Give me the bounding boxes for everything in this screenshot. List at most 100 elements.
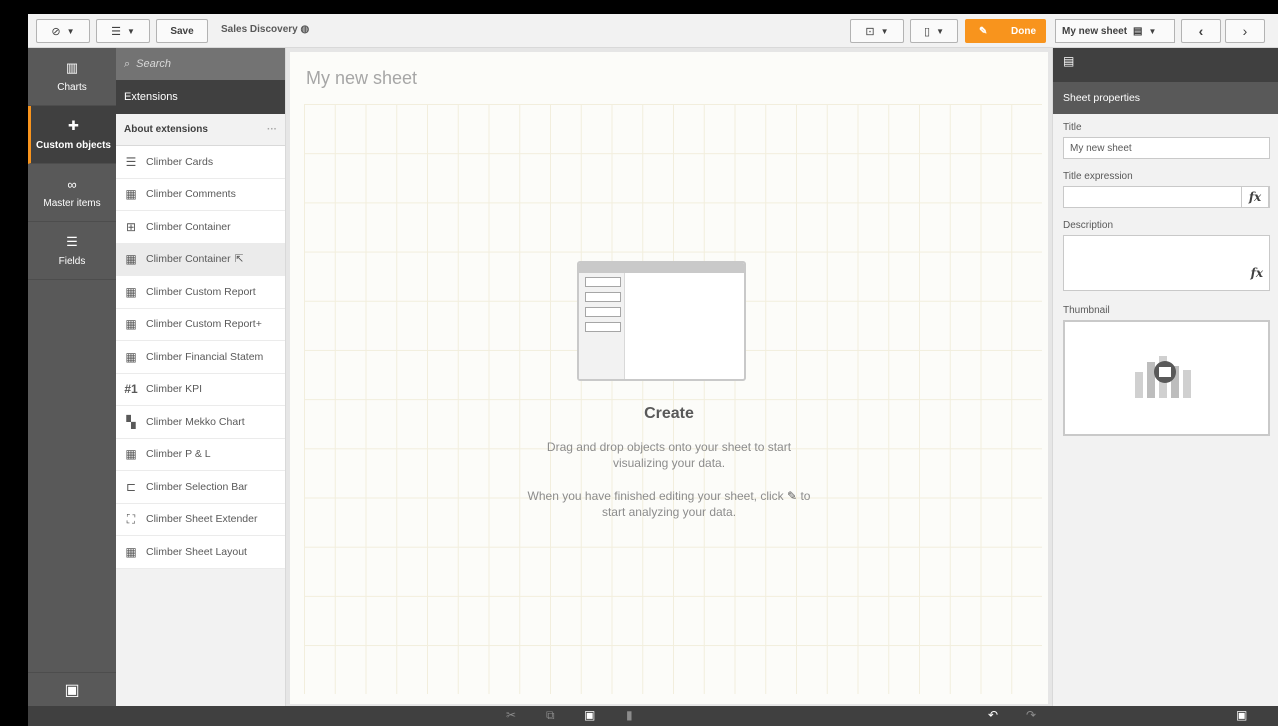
list-item-label: Climber Selection Bar bbox=[146, 480, 248, 493]
properties-header: Sheet properties bbox=[1053, 82, 1278, 114]
description-field[interactable]: fx bbox=[1063, 235, 1270, 291]
puzzle-icon: ✚ bbox=[68, 118, 79, 133]
nav-label: Fields bbox=[58, 256, 86, 267]
toggle-properties-icon[interactable]: ▣ bbox=[1236, 708, 1247, 722]
extensions-panel: ⌕ Search Extensions About extensions ···… bbox=[116, 48, 286, 706]
title-expression-field[interactable]: fx bbox=[1063, 186, 1270, 208]
search-input[interactable]: ⌕ Search bbox=[116, 48, 285, 80]
previous-sheet-button[interactable]: ‹ bbox=[1181, 19, 1221, 43]
properties-top: ▤ bbox=[1053, 48, 1278, 82]
nav-item-charts[interactable]: ▥ Charts bbox=[28, 48, 116, 106]
chevron-down-icon: ▼ bbox=[1148, 26, 1157, 36]
toggle-panel-button[interactable]: ▣ bbox=[28, 672, 116, 706]
app-window: ⊘ ▼ ☰ ▼ Save Sales Discovery ◍ ⊡ ▼ ▯ ▼ ✎ Don… bbox=[28, 14, 1278, 726]
cut-icon[interactable]: ✂ bbox=[506, 708, 516, 722]
list-item-label: Climber Container bbox=[146, 253, 231, 266]
bar-chart-icon: ▥ bbox=[65, 60, 79, 75]
list-item[interactable]: ⛶ Climber Sheet Extender bbox=[116, 504, 285, 536]
list-item[interactable]: ⊞ Climber Container bbox=[116, 211, 285, 244]
bookmark-menu-button[interactable]: ▯ ▼ bbox=[910, 19, 958, 43]
chevron-down-icon: ▼ bbox=[880, 26, 889, 36]
list-item[interactable]: ▚ Climber Mekko Chart bbox=[116, 406, 285, 439]
table-plus-icon: ▦ bbox=[125, 317, 137, 332]
title-field[interactable]: My new sheet bbox=[1063, 137, 1270, 159]
chevron-down-icon: ▼ bbox=[126, 26, 135, 36]
sheet-icon: ▤ bbox=[1063, 54, 1075, 68]
container-icon: ⊞ bbox=[125, 219, 137, 234]
bottom-toolbar: ✂ ⧉ ▣ ▮ ↶ ↷ ▣ bbox=[28, 706, 1278, 726]
title-label: Title bbox=[1063, 122, 1082, 133]
done-button[interactable]: ✎ Done bbox=[965, 19, 1046, 43]
layout-grid bbox=[304, 104, 1042, 694]
redo-icon[interactable]: ↷ bbox=[1026, 708, 1036, 722]
save-button[interactable]: Save bbox=[156, 19, 208, 43]
nav-label: Charts bbox=[57, 82, 87, 93]
nav-item-fields[interactable]: ☰ Fields bbox=[28, 222, 116, 280]
list-item-label: Climber Custom Report+ bbox=[146, 318, 262, 331]
more-icon[interactable]: ··· bbox=[267, 124, 277, 135]
illustration-row bbox=[585, 307, 621, 317]
list-item-label: Climber P & L bbox=[146, 448, 211, 461]
kpi-icon: #1 bbox=[124, 382, 138, 397]
delete-icon[interactable]: ▮ bbox=[626, 708, 633, 722]
database-icon: ☰ bbox=[66, 234, 78, 249]
thumbnail-placeholder-icon bbox=[1134, 356, 1191, 398]
chevron-left-icon: ‹ bbox=[1198, 23, 1204, 39]
navigation-menu-button[interactable]: ⊘ ▼ bbox=[36, 19, 90, 43]
nav-label: Custom objects bbox=[35, 140, 111, 151]
app-title: Sales Discovery ◍ bbox=[221, 24, 309, 35]
create-illustration bbox=[577, 261, 746, 381]
list-item-label: Climber Financial Statem bbox=[146, 350, 264, 363]
list-icon: ☰ bbox=[125, 154, 137, 169]
table-plus-icon: ▦ bbox=[125, 447, 137, 462]
list-item[interactable]: ▦ Climber Sheet Layout bbox=[116, 536, 285, 569]
create-instruction-2: When you have finished editing your shee… bbox=[286, 488, 1052, 520]
chevron-down-icon: ▼ bbox=[936, 26, 944, 36]
search-icon: ⌕ bbox=[124, 57, 131, 70]
table-plus-icon: ▦ bbox=[125, 349, 137, 364]
present-icon: ⊡ bbox=[865, 25, 875, 38]
nav-label: Master items bbox=[43, 197, 101, 209]
list-item-label: Climber Mekko Chart bbox=[146, 415, 245, 428]
sheet-title[interactable]: My new sheet bbox=[306, 68, 417, 89]
sheet-name: My new sheet bbox=[1062, 25, 1128, 37]
thumbnail-picker[interactable] bbox=[1063, 320, 1270, 436]
instruction-text: start analyzing your data. bbox=[601, 505, 737, 519]
expression-button[interactable]: fx bbox=[1251, 266, 1263, 280]
nav-item-custom-objects[interactable]: ✚ Custom objects bbox=[28, 106, 116, 164]
copy-icon[interactable]: ⧉ bbox=[546, 708, 555, 723]
list-item[interactable]: #1 Climber KPI bbox=[116, 374, 285, 406]
expression-button[interactable]: fx bbox=[1241, 186, 1269, 208]
list-item[interactable]: ⊏ Climber Selection Bar bbox=[116, 471, 285, 504]
illustration-row bbox=[585, 322, 621, 332]
extension-list: ☰ Climber Cards ▦ Climber Comments ⊞ Climbe… bbox=[116, 146, 285, 569]
present-menu-button[interactable]: ⊡ ▼ bbox=[850, 19, 904, 43]
undo-icon[interactable]: ↶ bbox=[988, 708, 998, 722]
asset-navigation: ▥ Charts ✚ Custom objects ∞ Master items… bbox=[28, 48, 116, 706]
create-title: Create bbox=[644, 405, 694, 422]
list-item[interactable]: ▦ Climber Custom Report bbox=[116, 276, 285, 309]
compass-icon: ⊘ bbox=[51, 25, 61, 38]
expand-icon: ⛶ bbox=[126, 511, 136, 526]
sheet-selector[interactable]: My new sheet ▤ ▼ bbox=[1055, 19, 1175, 43]
extensions-header[interactable]: Extensions bbox=[116, 80, 285, 114]
about-extensions-row[interactable]: About extensions ··· bbox=[116, 114, 285, 146]
cursor-icon: ⇱ bbox=[234, 253, 244, 266]
panel-icon: ▣ bbox=[64, 681, 80, 699]
list-item[interactable]: ▦ Climber Financial Statem bbox=[116, 341, 285, 374]
global-menu-button[interactable]: ☰ ▼ bbox=[96, 19, 150, 43]
list-item[interactable]: ☰ Climber Cards bbox=[116, 146, 285, 179]
nav-item-master-items[interactable]: ∞ Master items bbox=[28, 164, 116, 222]
next-sheet-button[interactable]: › bbox=[1225, 19, 1265, 43]
list-item[interactable]: ▦ Climber P & L bbox=[116, 439, 285, 471]
paste-icon[interactable]: ▣ bbox=[584, 708, 595, 722]
properties-panel: ▤ Sheet properties Title My new sheet Ti… bbox=[1052, 48, 1278, 706]
list-item[interactable]: ▦ Climber Container ⇱ bbox=[116, 243, 285, 276]
list-item[interactable]: ▦ Climber Custom Report+ bbox=[116, 309, 285, 341]
list-item-label: Climber Cards bbox=[146, 155, 214, 168]
sheet-canvas-area: My new sheet Create Drag and drop object… bbox=[286, 48, 1052, 706]
bookmark-icon: ▯ bbox=[924, 25, 931, 38]
list-item[interactable]: ▦ Climber Comments bbox=[116, 179, 285, 211]
list-item-label: Climber Custom Report bbox=[146, 285, 256, 298]
description-label: Description bbox=[1063, 220, 1114, 231]
